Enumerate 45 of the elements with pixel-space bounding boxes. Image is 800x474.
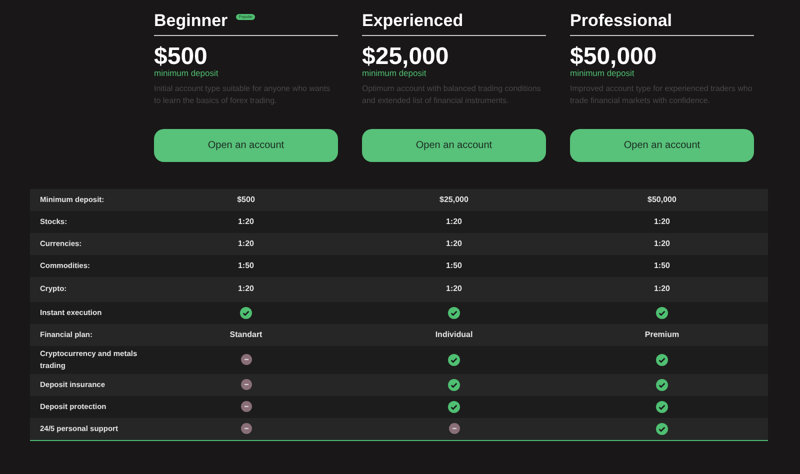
table-cell: 1:20 [238, 216, 254, 228]
minus-icon [448, 423, 460, 434]
check-icon [448, 400, 460, 412]
table-cell: 1:20 [446, 283, 462, 295]
check-icon [448, 306, 460, 318]
table-cell: 1:50 [654, 260, 670, 272]
check-icon [656, 378, 668, 390]
minus-icon [240, 354, 252, 365]
open-account-button[interactable]: Open an account [154, 128, 338, 162]
plan-title: Beginner [154, 12, 228, 28]
table-cell: Individual [435, 328, 473, 340]
minus-icon [240, 423, 252, 434]
check-icon [240, 306, 252, 318]
table-cell: 1:50 [446, 260, 462, 272]
price-caption: minimum deposit [570, 69, 636, 78]
table-cell: $500 [237, 194, 255, 206]
plan-price: $25,000 [362, 45, 450, 69]
check-icon [656, 400, 668, 412]
table-cell: 1:20 [238, 283, 254, 295]
table-cell: Standart [230, 328, 262, 340]
table-cell: 1:20 [446, 216, 462, 228]
table-cell: $25,000 [440, 194, 468, 206]
minus-icon [240, 379, 252, 390]
price-caption: minimum deposit [154, 69, 220, 78]
table-cell: 1:50 [238, 260, 254, 272]
check-icon [448, 354, 460, 366]
check-icon [656, 354, 668, 366]
table-cell: 1:20 [654, 283, 670, 295]
plan-title: Experienced [362, 12, 464, 28]
table-cell: Premium [644, 328, 680, 340]
table-cell: 1:20 [446, 238, 462, 250]
check-icon [656, 306, 668, 318]
plan-title: Professional [570, 12, 672, 28]
check-icon [656, 422, 668, 434]
open-account-button[interactable]: Open an account [570, 128, 754, 162]
plan-price: $50,000 [570, 45, 658, 69]
table-cell: 1:20 [654, 238, 670, 250]
price-caption: minimum deposit [362, 69, 428, 78]
plan-price: $500 [154, 45, 208, 69]
table-cell: $50,000 [648, 194, 676, 206]
table-cell: 1:20 [654, 216, 670, 228]
check-icon [448, 378, 460, 390]
open-account-button[interactable]: Open an account [362, 128, 546, 162]
table-cell: 1:20 [238, 238, 254, 250]
minus-icon [240, 401, 252, 412]
